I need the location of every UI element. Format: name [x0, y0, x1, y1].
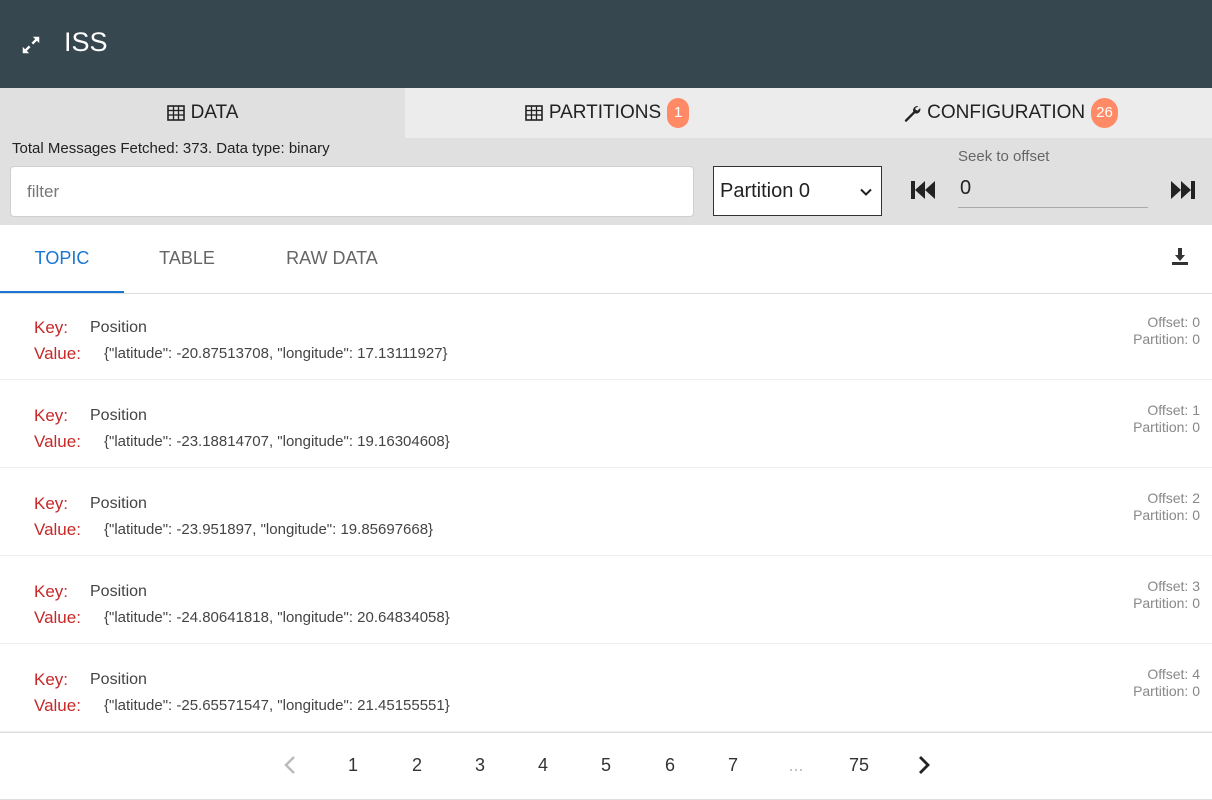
total-messages-text: Total Messages Fetched: 373. Data type: … — [12, 140, 330, 157]
seek-offset-label: Seek to offset — [958, 148, 1050, 165]
next-page-icon[interactable] — [914, 755, 932, 775]
top-tab-bar: DATA PARTITIONS 1 CONFIGURATION 26 — [0, 88, 1212, 138]
value-label: Value: — [34, 608, 81, 627]
key-label: Key: — [34, 582, 69, 601]
page-ellipsis: ... — [788, 755, 804, 775]
table-icon — [525, 105, 543, 121]
value-label: Value: — [34, 696, 81, 715]
message-row[interactable]: Key: Position Value: {"latitude": -25.65… — [0, 645, 1212, 732]
message-meta: Offset: 1 Partition: 0 — [1133, 402, 1200, 436]
download-icon[interactable] — [1170, 247, 1190, 267]
message-partition: Partition: 0 — [1133, 419, 1200, 435]
previous-page-icon[interactable] — [282, 755, 300, 775]
message-offset: Offset: 0 — [1147, 314, 1200, 330]
message-meta: Offset: 4 Partition: 0 — [1133, 666, 1200, 700]
page-7-button[interactable]: 7 — [718, 755, 748, 776]
message-partition: Partition: 0 — [1133, 595, 1200, 611]
tab-table[interactable]: TABLE — [124, 225, 250, 291]
seek-offset-input[interactable] — [958, 170, 1148, 208]
message-meta: Offset: 0 Partition: 0 — [1133, 314, 1200, 348]
message-key: Position — [90, 407, 147, 424]
key-label: Key: — [34, 406, 69, 425]
view-tab-bar: TOPIC TABLE RAW DATA — [0, 225, 1212, 294]
tab-raw-data[interactable]: RAW DATA — [250, 225, 414, 291]
message-key: Position — [90, 671, 147, 688]
message-key: Position — [90, 495, 147, 512]
filter-input[interactable] — [10, 166, 694, 217]
wrench-icon — [905, 106, 921, 122]
message-partition: Partition: 0 — [1133, 331, 1200, 347]
app-bar: ISS — [0, 0, 1212, 88]
message-row[interactable]: Key: Position Value: {"latitude": -20.87… — [0, 293, 1212, 380]
tab-configuration-label: CONFIGURATION — [927, 102, 1086, 123]
message-offset: Offset: 1 — [1147, 402, 1200, 418]
configuration-count-badge: 26 — [1091, 98, 1118, 128]
message-row[interactable]: Key: Position Value: {"latitude": -24.80… — [0, 557, 1212, 644]
key-label: Key: — [34, 670, 69, 689]
message-row[interactable]: Key: Position Value: {"latitude": -23.18… — [0, 381, 1212, 468]
chevron-down-icon — [860, 188, 872, 196]
message-meta: Offset: 2 Partition: 0 — [1133, 490, 1200, 524]
key-label: Key: — [34, 494, 69, 513]
value-label: Value: — [34, 432, 81, 451]
message-value: {"latitude": -23.951897, "longitude": 19… — [104, 521, 434, 538]
message-key: Position — [90, 583, 147, 600]
message-value: {"latitude": -23.18814707, "longitude": … — [104, 433, 450, 450]
value-label: Value: — [34, 344, 81, 363]
partition-select-value: Partition 0 — [720, 179, 811, 202]
app-title: ISS — [64, 27, 108, 57]
message-row[interactable]: Key: Position Value: {"latitude": -23.95… — [0, 469, 1212, 556]
message-offset: Offset: 3 — [1147, 578, 1200, 594]
message-value: {"latitude": -20.87513708, "longitude": … — [104, 345, 448, 362]
table-icon — [166, 105, 185, 121]
key-label: Key: — [34, 318, 69, 337]
tab-partitions-label: PARTITIONS — [548, 102, 662, 123]
message-partition: Partition: 0 — [1133, 683, 1200, 699]
expand-icon[interactable] — [20, 34, 42, 56]
page-1-button[interactable]: 1 — [338, 755, 368, 776]
tab-data-label: DATA — [190, 102, 239, 123]
tab-data[interactable]: DATA — [0, 88, 405, 138]
page-6-button[interactable]: 6 — [655, 755, 685, 776]
message-value: {"latitude": -24.80641818, "longitude": … — [104, 609, 450, 626]
message-meta: Offset: 3 Partition: 0 — [1133, 578, 1200, 612]
page-75-button[interactable]: 75 — [844, 755, 874, 776]
value-label: Value: — [34, 520, 81, 539]
message-partition: Partition: 0 — [1133, 507, 1200, 523]
message-key: Position — [90, 319, 147, 336]
skip-to-first-icon[interactable] — [910, 179, 936, 201]
filter-bar: Total Messages Fetched: 373. Data type: … — [0, 138, 1212, 225]
skip-to-last-icon[interactable] — [1170, 179, 1196, 201]
page-2-button[interactable]: 2 — [402, 755, 432, 776]
page-4-button[interactable]: 4 — [528, 755, 558, 776]
tab-partitions[interactable]: PARTITIONS 1 — [405, 88, 809, 138]
pagination: 1 2 3 4 5 6 7 ... 75 — [0, 732, 1212, 800]
partitions-count-badge: 1 — [667, 98, 690, 128]
page-5-button[interactable]: 5 — [591, 755, 621, 776]
tab-topic[interactable]: TOPIC — [0, 225, 124, 293]
message-offset: Offset: 2 — [1147, 490, 1200, 506]
page-3-button[interactable]: 3 — [465, 755, 495, 776]
tab-configuration[interactable]: CONFIGURATION 26 — [809, 88, 1212, 138]
message-value: {"latitude": -25.65571547, "longitude": … — [104, 697, 450, 714]
partition-select[interactable]: Partition 0 — [713, 166, 882, 216]
message-offset: Offset: 4 — [1147, 666, 1200, 682]
